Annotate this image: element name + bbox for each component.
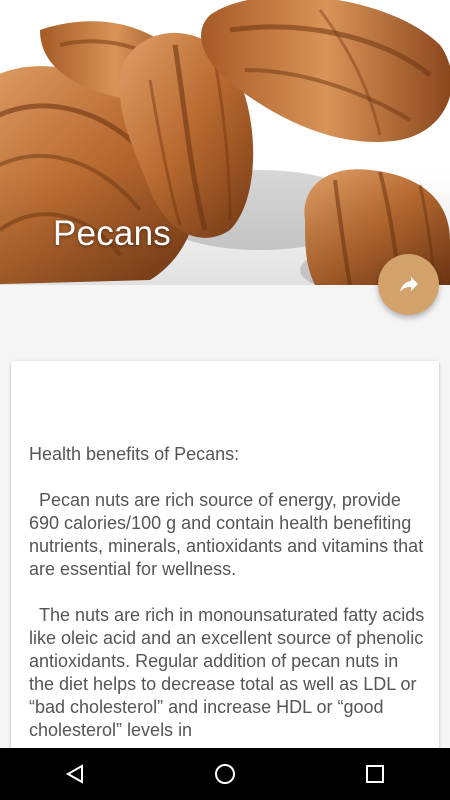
page-title: Pecans: [53, 214, 171, 253]
system-nav-bar: [0, 748, 450, 800]
battery-icon: [429, 5, 437, 19]
arrow-left-icon: [24, 50, 40, 66]
paragraph-text: The nuts are rich in monounsaturated fat…: [29, 605, 425, 740]
article-paragraph: The nuts are rich in monounsaturated fat…: [29, 604, 427, 742]
article-card: Health benefits of Pecans: Pecan nuts ar…: [11, 361, 439, 781]
share-icon: [399, 276, 418, 292]
signal-icon: [406, 5, 420, 19]
app-screen: Pecans Health benefits of Pecans: Pecan …: [0, 0, 450, 800]
share-button[interactable]: [378, 254, 439, 315]
status-bar: [340, 0, 450, 24]
back-button[interactable]: [12, 38, 52, 78]
article-paragraph: Pecan nuts are rich source of energy, pr…: [29, 489, 427, 581]
article-heading: Health benefits of Pecans:: [29, 444, 240, 464]
nav-home-button[interactable]: [195, 748, 255, 800]
paragraph-text: Pecan nuts are rich source of energy, pr…: [29, 490, 424, 579]
nav-recents-icon: [366, 765, 384, 783]
nav-back-button[interactable]: [45, 748, 105, 800]
nav-recents-button[interactable]: [345, 748, 405, 800]
article-body: Health benefits of Pecans: Pecan nuts ar…: [29, 443, 427, 765]
nav-home-icon: [215, 764, 235, 784]
nav-back-icon: [65, 764, 83, 784]
hero-image: Pecans: [0, 0, 450, 285]
